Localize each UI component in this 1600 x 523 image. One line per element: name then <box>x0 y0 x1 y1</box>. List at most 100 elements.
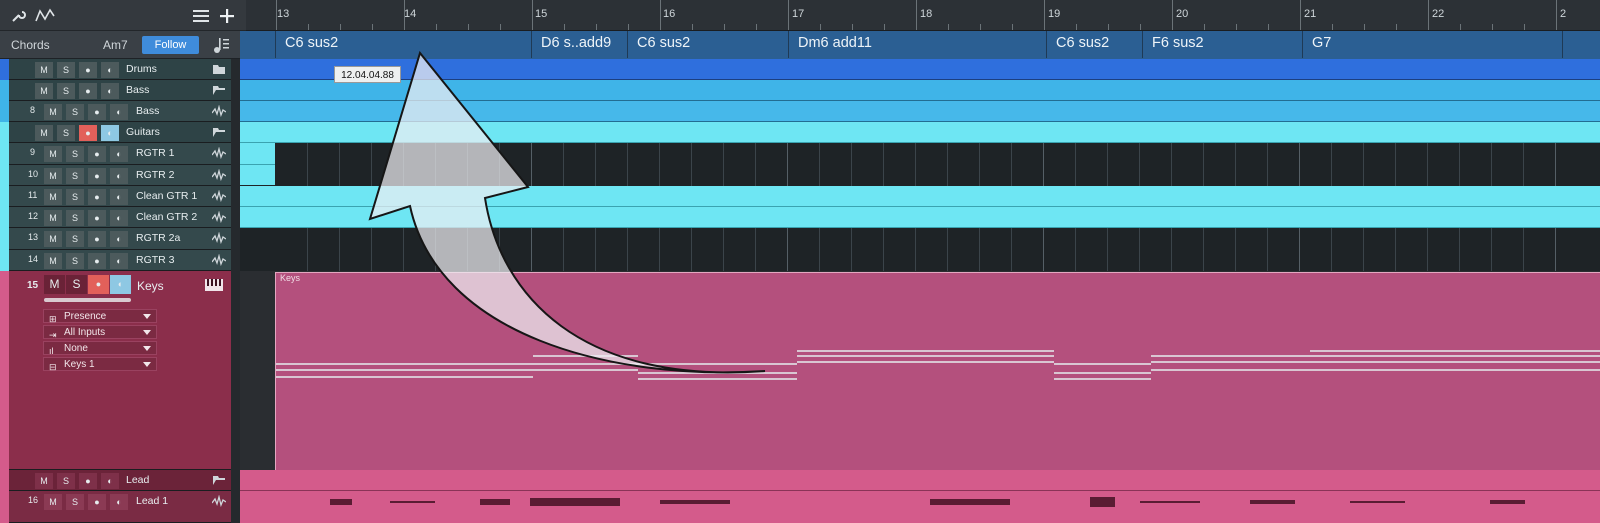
track-bass-folder[interactable]: M S ● ◐ Bass <box>0 80 240 101</box>
solo-button[interactable]: S <box>66 231 84 247</box>
track-guitars-folder[interactable]: M S ● ◐ Guitars <box>0 122 240 143</box>
output-select[interactable]: ıl None <box>43 341 157 356</box>
track-lead-folder[interactable]: M S ● ◐ Lead <box>0 470 240 491</box>
solo-button[interactable]: S <box>66 146 84 162</box>
solo-button[interactable]: S <box>66 104 84 120</box>
monitor-button[interactable]: ◐ <box>110 275 131 294</box>
monitor-button[interactable]: ◐ <box>110 104 128 120</box>
solo-button[interactable]: S <box>57 125 75 141</box>
track-rgtr-3[interactable]: 14 M S ● ◐ RGTR 3 <box>0 250 240 271</box>
bar-number: 16 <box>663 8 676 20</box>
solo-button[interactable]: S <box>66 210 84 226</box>
mute-button[interactable]: M <box>44 104 62 120</box>
track-clean-gtr-1[interactable]: 11 M S ● ◐ Clean GTR 1 <box>0 186 240 207</box>
track-rgtr-2[interactable]: 10 M S ● ◐ RGTR 2 <box>0 165 240 186</box>
record-arm-button[interactable]: ● <box>79 83 97 99</box>
track-bass[interactable]: 8 M S ● ◐ Bass <box>0 101 240 122</box>
track-number: 15 <box>27 280 39 291</box>
chord-event[interactable]: F6 sus2 <box>1142 31 1302 58</box>
record-arm-button[interactable]: ● <box>79 125 97 141</box>
track-number: 8 <box>30 105 36 115</box>
follow-button[interactable]: Follow <box>142 36 199 54</box>
instrument-select[interactable]: ⊟ Keys 1 <box>43 357 157 372</box>
track-list-scrollbar[interactable] <box>231 59 240 523</box>
bar-number: 15 <box>535 8 548 20</box>
chord-event[interactable]: G7 <box>1302 31 1562 58</box>
solo-button[interactable]: S <box>57 83 75 99</box>
track-clean-gtr-2[interactable]: 12 M S ● ◐ Clean GTR 2 <box>0 207 240 228</box>
mute-button[interactable]: M <box>35 62 53 78</box>
chord-event[interactable]: Dm6 add11 <box>788 31 1046 58</box>
mute-button[interactable]: M <box>44 253 62 269</box>
monitor-button[interactable]: ◐ <box>101 125 119 141</box>
mute-button[interactable]: M <box>44 210 62 226</box>
solo-button[interactable]: S <box>66 189 84 205</box>
input-select[interactable]: ⇥ All Inputs <box>43 325 157 340</box>
wrench-icon[interactable] <box>10 8 26 24</box>
record-arm-button[interactable]: ● <box>88 104 106 120</box>
audio-waveform-icon <box>212 232 226 244</box>
list-icon[interactable] <box>193 9 209 23</box>
mute-button[interactable]: M <box>35 83 53 99</box>
volume-slider[interactable] <box>44 298 131 302</box>
track-rgtr-2a[interactable]: 13 M S ● ◐ RGTR 2a <box>0 228 240 250</box>
chord-key[interactable]: Am7 <box>103 38 128 52</box>
mute-button[interactable]: M <box>44 231 62 247</box>
mute-button[interactable]: M <box>35 125 53 141</box>
solo-button[interactable]: S <box>57 62 75 78</box>
track-rgtr-1[interactable]: 9 M S ● ◐ RGTR 1 <box>0 143 240 165</box>
record-arm-button[interactable]: ● <box>88 253 106 269</box>
track-number: 12 <box>28 211 39 221</box>
solo-button[interactable]: S <box>57 473 75 489</box>
monitor-button[interactable]: ◐ <box>101 83 119 99</box>
bar-number: 17 <box>792 8 805 20</box>
record-arm-button[interactable]: ● <box>88 168 106 184</box>
mute-button[interactable]: M <box>44 275 65 294</box>
record-arm-button[interactable]: ● <box>79 62 97 78</box>
mute-button[interactable]: M <box>44 189 62 205</box>
monitor-button[interactable]: ◐ <box>110 231 128 247</box>
record-arm-button[interactable]: ● <box>88 210 106 226</box>
monitor-button[interactable]: ◐ <box>110 210 128 226</box>
left-toolbar <box>0 0 246 31</box>
record-arm-button[interactable]: ● <box>79 473 97 489</box>
add-icon[interactable] <box>219 8 235 24</box>
folder-open-icon <box>213 128 225 137</box>
lead-folder-lane[interactable] <box>240 470 1600 491</box>
monitor-button[interactable]: ◐ <box>110 189 128 205</box>
solo-button[interactable]: S <box>66 275 87 294</box>
instrument-keyboard-icon <box>205 279 223 291</box>
record-arm-button[interactable]: ● <box>88 494 106 510</box>
chord-settings-icon[interactable] <box>212 36 230 54</box>
bar-number: 19 <box>1048 8 1061 20</box>
monitor-button[interactable]: ◐ <box>110 494 128 510</box>
solo-button[interactable]: S <box>66 168 84 184</box>
lead-waveform <box>330 497 1525 507</box>
lead-1-lane[interactable] <box>240 491 1600 523</box>
monitor-button[interactable]: ◐ <box>110 146 128 162</box>
mute-button[interactable]: M <box>44 168 62 184</box>
record-arm-button[interactable]: ● <box>88 275 109 294</box>
solo-button[interactable]: S <box>66 253 84 269</box>
record-arm-button[interactable]: ● <box>88 231 106 247</box>
monitor-button[interactable]: ◐ <box>101 62 119 78</box>
monitor-button[interactable]: ◐ <box>101 473 119 489</box>
track-lead-1[interactable]: 16 M S ● ◐ Lead 1 <box>0 491 240 523</box>
chord-event[interactable]: C6 sus2 <box>1046 31 1142 58</box>
mute-button[interactable]: M <box>44 146 62 162</box>
solo-button[interactable]: S <box>66 494 84 510</box>
folder-icon <box>213 65 225 74</box>
mute-button[interactable]: M <box>35 473 53 489</box>
automation-icon[interactable] <box>34 7 56 23</box>
record-arm-button[interactable]: ● <box>88 146 106 162</box>
mute-button[interactable]: M <box>44 494 62 510</box>
monitor-button[interactable]: ◐ <box>110 168 128 184</box>
track-keys[interactable]: 15 M S ● ◐ Keys ⊞ Presence ⇥ All Inputs ıl… <box>0 271 240 470</box>
track-drums[interactable]: M S ● ◐ Drums <box>0 59 240 80</box>
bar-number: 21 <box>1304 8 1317 20</box>
timeline-ruler[interactable]: 13 14 15 16 17 18 19 20 21 22 2 <box>246 0 1600 31</box>
input-select-value: All Inputs <box>64 327 106 338</box>
record-arm-button[interactable]: ● <box>88 189 106 205</box>
preset-select[interactable]: ⊞ Presence <box>43 309 157 324</box>
monitor-button[interactable]: ◐ <box>110 253 128 269</box>
